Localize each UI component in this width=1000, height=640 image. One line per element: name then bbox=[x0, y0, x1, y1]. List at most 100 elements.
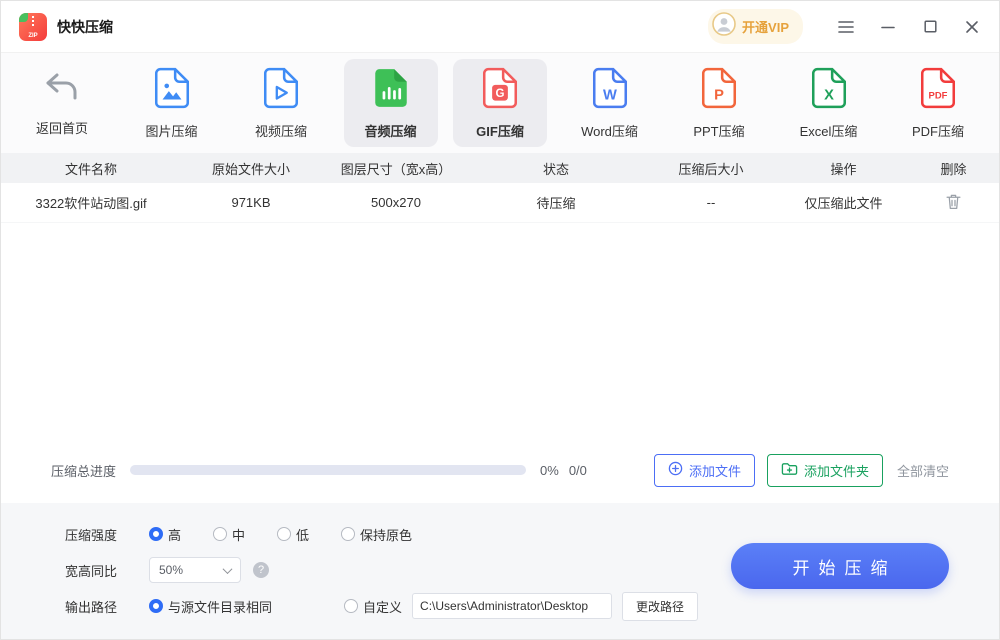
table-row: 3322软件站动图.gif 971KB 500x270 待压缩 -- 仅压缩此文… bbox=[1, 183, 999, 223]
svg-text:PDF: PDF bbox=[929, 90, 948, 101]
file-dimensions: 500x270 bbox=[371, 195, 421, 210]
minimize-icon[interactable] bbox=[879, 18, 897, 36]
progress-bar bbox=[130, 465, 527, 475]
vip-label: 开通VIP bbox=[742, 20, 789, 35]
output-label: 输出路径 bbox=[65, 599, 118, 615]
option-label: 自定义 bbox=[363, 599, 403, 615]
add-folder-button[interactable]: 添加文件夹 bbox=[766, 453, 883, 487]
vip-button[interactable]: 开通VIP bbox=[708, 9, 803, 44]
output-same-dir-option[interactable]: 与源文件目录相同 bbox=[149, 597, 272, 616]
output-row: 输出路径 与源文件目录相同 自定义 更改路径 bbox=[65, 588, 999, 624]
toolbar-audio-compress[interactable]: 音频压缩 bbox=[343, 59, 438, 147]
maximize-icon[interactable] bbox=[921, 18, 939, 36]
strength-option-keep-color[interactable]: 保持原色 bbox=[341, 525, 412, 544]
change-path-button[interactable]: 更改路径 bbox=[622, 591, 699, 621]
word-doc-icon: W bbox=[592, 67, 628, 114]
radio-icon bbox=[341, 527, 356, 541]
toolbar-word-compress[interactable]: W Word压缩 bbox=[563, 59, 657, 147]
tool-label: PPT压缩 bbox=[693, 123, 745, 139]
tool-label: 图片压缩 bbox=[145, 123, 198, 139]
table-header: 文件名称 原始文件大小 图层尺寸（宽x高） 状态 压缩后大小 操作 删除 bbox=[1, 153, 999, 183]
ratio-select[interactable]: 50% bbox=[149, 557, 241, 583]
ratio-label: 宽高同比 bbox=[65, 563, 118, 579]
col-status: 状态 bbox=[542, 161, 569, 177]
file-compressed-size: -- bbox=[706, 195, 716, 210]
avatar-icon bbox=[712, 12, 736, 41]
image-doc-icon bbox=[154, 67, 190, 114]
radio-checked-icon bbox=[149, 599, 163, 613]
col-compressed-size: 压缩后大小 bbox=[678, 161, 744, 177]
col-file-name: 文件名称 bbox=[64, 161, 117, 177]
clear-all-button[interactable]: 全部清空 bbox=[897, 461, 949, 480]
pdf-doc-icon: PDF bbox=[920, 67, 956, 114]
app-window: ZIP 快快压缩 开通VIP 返回首页 图片压缩 视频压缩 音频压缩 G GIF… bbox=[0, 0, 1000, 640]
col-delete: 删除 bbox=[940, 161, 967, 177]
logo-text: ZIP bbox=[28, 32, 38, 39]
progress-label: 压缩总进度 bbox=[51, 463, 117, 479]
close-icon[interactable] bbox=[963, 18, 981, 36]
app-title: 快快压缩 bbox=[57, 18, 113, 35]
col-operation: 操作 bbox=[830, 161, 857, 177]
strength-option-high[interactable]: 高 bbox=[149, 525, 181, 544]
option-label: 中 bbox=[232, 527, 246, 543]
trash-icon bbox=[946, 193, 961, 213]
app-logo-icon: ZIP bbox=[19, 12, 47, 41]
start-compress-button[interactable]: 开始压缩 bbox=[731, 543, 949, 589]
compress-this-file-button[interactable]: 仅压缩此文件 bbox=[781, 193, 906, 212]
option-label: 保持原色 bbox=[360, 527, 413, 543]
tool-label: 返回首页 bbox=[35, 120, 88, 136]
output-custom-option[interactable]: 自定义 bbox=[344, 597, 402, 616]
video-doc-icon bbox=[263, 67, 299, 114]
option-label: 低 bbox=[296, 527, 310, 543]
add-folder-label: 添加文件夹 bbox=[803, 463, 869, 479]
tool-label: 音频压缩 bbox=[364, 123, 417, 139]
add-file-label: 添加文件 bbox=[688, 463, 741, 479]
strength-option-low[interactable]: 低 bbox=[277, 525, 309, 544]
menu-icon[interactable] bbox=[837, 18, 855, 36]
gif-doc-icon: G bbox=[482, 67, 518, 114]
settings-panel: 压缩强度 高 中 低 保持原色 宽高同比 50% ? 输出路径 与源文件目录相同… bbox=[1, 503, 999, 639]
toolbar: 返回首页 图片压缩 视频压缩 音频压缩 G GIF压缩 W Word压缩 P P… bbox=[1, 53, 999, 153]
radio-icon bbox=[213, 527, 228, 541]
svg-text:X: X bbox=[824, 87, 834, 103]
tool-label: Excel压缩 bbox=[799, 123, 858, 139]
audio-doc-icon bbox=[373, 67, 409, 114]
col-original-size: 原始文件大小 bbox=[211, 161, 290, 177]
plus-circle-icon bbox=[668, 461, 683, 479]
radio-icon bbox=[344, 599, 359, 613]
help-icon[interactable]: ? bbox=[253, 562, 269, 578]
progress-percent: 0% bbox=[540, 462, 559, 478]
output-path-input[interactable] bbox=[412, 593, 613, 619]
toolbar-gif-compress[interactable]: G GIF压缩 bbox=[453, 59, 547, 147]
folder-plus-icon bbox=[781, 462, 798, 479]
progress-count: 0/0 bbox=[568, 462, 587, 478]
file-name: 3322软件站动图.gif bbox=[35, 196, 147, 211]
toolbar-image-compress[interactable]: 图片压缩 bbox=[125, 59, 219, 147]
toolbar-excel-compress[interactable]: X Excel压缩 bbox=[782, 59, 876, 147]
strength-option-medium[interactable]: 中 bbox=[213, 525, 245, 544]
delete-file-button[interactable] bbox=[906, 193, 999, 213]
file-list-empty-area bbox=[1, 223, 999, 447]
toolbar-ppt-compress[interactable]: P PPT压缩 bbox=[672, 59, 766, 147]
tool-label: Word压缩 bbox=[581, 123, 638, 139]
radio-checked-icon bbox=[149, 527, 163, 541]
toolbar-back-home[interactable]: 返回首页 bbox=[15, 59, 109, 147]
toolbar-pdf-compress[interactable]: PDF PDF压缩 bbox=[891, 59, 985, 147]
tool-label: GIF压缩 bbox=[476, 123, 524, 139]
col-dimensions: 图层尺寸（宽x高） bbox=[340, 161, 452, 177]
ratio-value: 50% bbox=[159, 563, 184, 577]
chevron-down-icon bbox=[222, 563, 233, 574]
svg-text:P: P bbox=[714, 87, 724, 103]
svg-text:G: G bbox=[496, 87, 505, 99]
add-file-button[interactable]: 添加文件 bbox=[653, 453, 755, 487]
file-size: 971KB bbox=[231, 195, 271, 210]
tool-label: 视频压缩 bbox=[254, 123, 307, 139]
svg-text:W: W bbox=[603, 87, 617, 103]
titlebar: ZIP 快快压缩 开通VIP bbox=[1, 1, 999, 53]
toolbar-video-compress[interactable]: 视频压缩 bbox=[234, 59, 328, 147]
option-label: 与源文件目录相同 bbox=[168, 599, 273, 615]
tool-label: PDF压缩 bbox=[911, 123, 964, 139]
file-status: 待压缩 bbox=[536, 196, 576, 211]
window-controls bbox=[837, 18, 981, 36]
ppt-doc-icon: P bbox=[701, 67, 737, 114]
